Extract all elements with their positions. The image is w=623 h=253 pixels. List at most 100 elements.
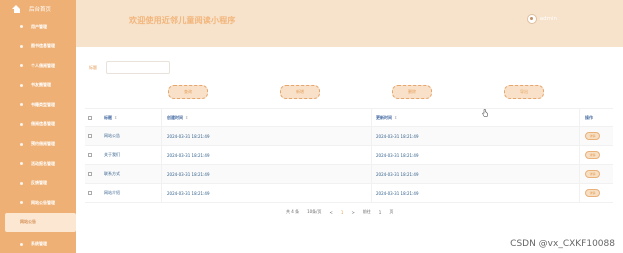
cell-title: 联系方式 <box>104 171 120 176</box>
detail-button[interactable]: 详情 <box>585 170 600 178</box>
add-button[interactable]: 新增 <box>280 85 320 99</box>
notice-table: 标题 ⇕ 创建时间 ⇕ 更新时间 ⇕ 操作 网站公告 2024-03-31 18:21… <box>85 108 613 203</box>
table-row: 关于我们 2024-03-31 18:21:49 2024-03-31 18:2… <box>85 146 613 165</box>
cell-title: 网站介绍 <box>104 190 120 195</box>
home-icon <box>12 4 21 13</box>
cell-updated: 2024-03-31 18:21:49 <box>371 127 579 145</box>
sidebar-item-label: 借阅信息管理 <box>31 121 55 127</box>
sidebar-item-label: 用户管理 <box>31 23 47 29</box>
menu-bullet-icon <box>20 64 23 68</box>
sidebar-item-label: 个人借阅管理 <box>31 62 55 68</box>
next-page-button[interactable]: > <box>351 210 354 215</box>
detail-button[interactable]: 详情 <box>585 189 600 197</box>
table-row: 联系方式 2024-03-31 18:21:49 2024-03-31 18:2… <box>85 165 613 184</box>
goto-page-input[interactable]: 1 <box>379 210 382 215</box>
row-checkbox[interactable] <box>85 172 97 176</box>
query-button[interactable]: 查询 <box>168 85 208 99</box>
sidebar-item-label: 图书信息管理 <box>31 43 55 49</box>
detail-button[interactable]: 详情 <box>585 151 600 159</box>
cell-created: 2024-03-31 18:21:49 <box>161 165 371 183</box>
column-header-actions: 操作 <box>579 109 613 126</box>
menu-bullet-icon <box>20 181 23 185</box>
page-number-current[interactable]: 1 <box>341 210 344 215</box>
sidebar-item-system[interactable]: 系统管理 <box>0 235 76 253</box>
sidebar-item-reservation[interactable]: 预约借阅管理 <box>0 135 76 154</box>
menu-bullet-icon <box>20 162 23 166</box>
sort-icon: ⇕ <box>394 115 398 120</box>
row-checkbox[interactable] <box>85 191 97 195</box>
sidebar-item-label: 网站公告管理 <box>31 199 55 205</box>
cell-updated: 2024-03-31 18:21:49 <box>371 184 579 202</box>
sidebar-item-borrow-info[interactable]: 借阅信息管理 <box>0 115 76 134</box>
sort-icon: ⇕ <box>114 114 118 120</box>
select-all-checkbox[interactable] <box>85 115 97 120</box>
menu-bullet-icon <box>20 83 23 87</box>
menu-bullet-icon <box>20 242 23 246</box>
search-label: 标题 <box>89 64 97 70</box>
cell-actions: 详情 <box>579 127 613 145</box>
cell-actions: 详情 <box>579 146 613 164</box>
goto-label: 前往 <box>362 209 371 214</box>
sidebar-item-label: 网站公告 <box>20 219 36 225</box>
prev-page-button[interactable]: < <box>330 210 333 215</box>
page-size-select[interactable]: 10条/页 <box>307 209 321 215</box>
cell-created: 2024-03-31 18:21:49 <box>161 146 371 164</box>
pagination: 共 4 条 10条/页 < 1 > 前往 1 页 <box>286 209 393 215</box>
cell-created: 2024-03-31 18:21:49 <box>161 127 371 145</box>
avatar <box>526 14 537 24</box>
menu-bullet-icon <box>20 44 23 48</box>
export-button[interactable]: 导出 <box>504 85 544 99</box>
sidebar-item-notice[interactable]: 网站公告 <box>5 212 76 232</box>
watermark: CSDN @vx_CXKF10088 <box>510 239 615 249</box>
main-content: 标题 查询 新增 删除 导出 标题 ⇕ 创建时间 ⇕ 更新时间 ⇕ 操作 网站公告 2… <box>76 47 617 253</box>
table-row: 网站公告 2024-03-31 18:21:49 2024-03-31 18:2… <box>85 127 613 146</box>
sidebar-item-book-circle[interactable]: 书友圈管理 <box>0 76 76 95</box>
sidebar-item-label: 书友圈管理 <box>31 82 51 88</box>
sidebar-item-label: 预约借阅管理 <box>31 141 55 147</box>
sidebar-item-user-management[interactable]: 用户管理 <box>0 17 76 36</box>
goto-suffix: 页 <box>389 209 394 214</box>
cell-actions: 详情 <box>579 165 613 183</box>
sidebar-item-label: 活动报名管理 <box>31 160 55 166</box>
delete-button[interactable]: 删除 <box>392 85 432 99</box>
sidebar-menu: 用户管理 图书信息管理 个人借阅管理 书友圈管理 书籍类型管理 借阅信息管理 预… <box>0 17 76 253</box>
sidebar: 后台首页 用户管理 图书信息管理 个人借阅管理 书友圈管理 书籍类型管理 借阅信… <box>0 0 76 253</box>
menu-bullet-icon <box>20 103 23 107</box>
cell-updated: 2024-03-31 18:21:49 <box>371 165 579 183</box>
sidebar-home-link[interactable]: 后台首页 <box>0 0 76 17</box>
sidebar-item-personal-borrow[interactable]: 个人借阅管理 <box>0 56 76 75</box>
column-header-created[interactable]: 创建时间 ⇕ <box>161 109 371 126</box>
menu-bullet-icon <box>20 25 23 28</box>
sidebar-item-feedback[interactable]: 反馈管理 <box>0 174 76 193</box>
menu-bullet-icon <box>20 201 23 205</box>
username: admin <box>539 16 557 22</box>
menu-bullet-icon <box>20 142 23 146</box>
menu-bullet-icon <box>20 122 23 126</box>
cell-created: 2024-03-31 18:21:49 <box>161 184 371 202</box>
cell-title: 关于我们 <box>104 152 120 157</box>
cell-updated: 2024-03-31 18:21:49 <box>371 146 579 164</box>
cell-title: 网站公告 <box>104 133 120 138</box>
user-menu[interactable]: admin <box>526 14 557 24</box>
top-header: 欢迎使用近邻儿童阅读小程序 admin <box>76 0 623 47</box>
detail-button[interactable]: 详情 <box>585 132 600 140</box>
sidebar-item-label: 系统管理 <box>31 241 47 247</box>
column-header-updated[interactable]: 更新时间 ⇕ <box>371 109 579 126</box>
sort-icon: ⇕ <box>185 115 189 120</box>
search-bar: 标题 <box>89 61 170 74</box>
total-count: 共 4 条 <box>286 209 300 214</box>
sidebar-item-notice-management[interactable]: 网站公告管理 <box>0 193 76 212</box>
row-checkbox[interactable] <box>85 153 97 157</box>
sidebar-home-label: 后台首页 <box>29 6 52 13</box>
sidebar-item-label: 书籍类型管理 <box>31 101 55 107</box>
sidebar-item-book-info[interactable]: 图书信息管理 <box>0 37 76 56</box>
sidebar-item-label: 反馈管理 <box>31 180 47 186</box>
table-header-row: 标题 ⇕ 创建时间 ⇕ 更新时间 ⇕ 操作 <box>85 108 613 127</box>
table-row: 网站介绍 2024-03-31 18:21:49 2024-03-31 18:2… <box>85 184 613 203</box>
sidebar-item-book-type[interactable]: 书籍类型管理 <box>0 95 76 114</box>
sidebar-item-activity[interactable]: 活动报名管理 <box>0 154 76 173</box>
row-checkbox[interactable] <box>85 134 97 138</box>
app-title: 欢迎使用近邻儿童阅读小程序 <box>129 16 236 25</box>
title-search-input[interactable] <box>106 61 170 74</box>
column-header-title[interactable]: 标题 ⇕ <box>97 115 161 121</box>
